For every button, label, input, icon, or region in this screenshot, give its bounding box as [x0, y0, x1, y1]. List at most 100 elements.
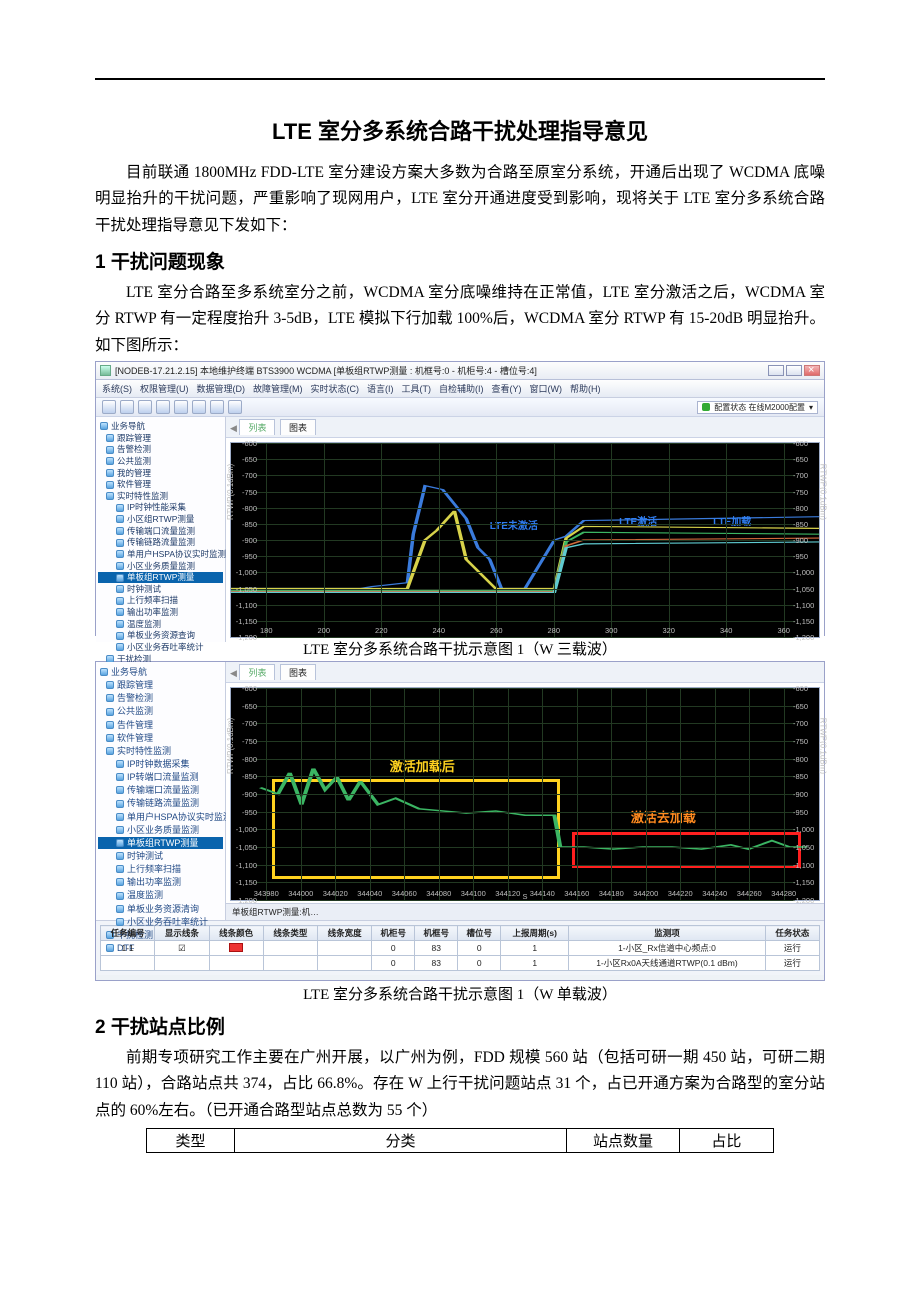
nav-tree[interactable]: 业务导航跟踪管理告警检测公共监测我的管理软件管理实时特性监测IP时钟性能采集小区…: [96, 417, 226, 642]
maximize-button[interactable]: [786, 365, 802, 376]
table-row[interactable]: 083011-小区Rx0A天线通道RTWP(0.1 dBm)运行: [101, 956, 820, 971]
tree-item[interactable]: 小区业务吞吐率统计: [98, 642, 223, 653]
app-icon: [100, 365, 111, 376]
tree-item[interactable]: 传输端口流量监测: [98, 526, 223, 537]
tree-item[interactable]: 告警检测: [98, 444, 223, 455]
tree-icon: [116, 773, 124, 781]
nav-tree[interactable]: 业务导航跟踪管理告警检测公共监测告件管理软件管理实时特性监测IP时钟数据采集IP…: [96, 662, 226, 920]
tree-item[interactable]: 公共监测: [98, 705, 223, 717]
menu-item[interactable]: 故障管理(M): [253, 384, 303, 394]
tree-item[interactable]: 输出功率监测: [98, 607, 223, 618]
menu-item[interactable]: 实时状态(C): [311, 384, 360, 394]
tool-icon[interactable]: [120, 400, 134, 414]
tab-list[interactable]: 列表: [239, 419, 275, 435]
tree-item[interactable]: DTF: [98, 942, 223, 954]
tree-item[interactable]: 小区业务吞吐率统计: [98, 916, 223, 928]
rtwp-plot-2: RTWP(0.1dBm) RTWP(0.1dBm) 激活加载后 激活去加载 S …: [230, 687, 820, 901]
tree-item[interactable]: 单板组RTWP测量: [98, 837, 223, 849]
menu-item[interactable]: 自检辅助(I): [439, 384, 484, 394]
tree-item[interactable]: 公共监测: [98, 456, 223, 467]
menu-item[interactable]: 系统(S): [102, 384, 132, 394]
tree-item[interactable]: 输出功率监测: [98, 876, 223, 888]
tool-icon[interactable]: [102, 400, 116, 414]
tree-item[interactable]: 实时特性监测: [98, 491, 223, 502]
tree-item[interactable]: 小区业务质量监测: [98, 561, 223, 572]
tool-icon[interactable]: [138, 400, 152, 414]
tree-icon: [106, 747, 114, 755]
tree-item[interactable]: 小区组RTWP测量: [98, 514, 223, 525]
tree-icon: [106, 944, 114, 952]
tree-item[interactable]: 业务导航: [98, 666, 223, 678]
tree-icon: [106, 721, 114, 729]
tree-item[interactable]: 传输链路流量监测: [98, 537, 223, 548]
tree-item[interactable]: 上行频率扫描: [98, 595, 223, 606]
tree-item[interactable]: IP转端口流量监测: [98, 771, 223, 783]
menu-item[interactable]: 数据管理(D): [197, 384, 246, 394]
menu-item[interactable]: 语言(I): [367, 384, 394, 394]
tree-item[interactable]: 传输链路流量监测: [98, 797, 223, 809]
header-rule: [95, 78, 825, 80]
tree-item[interactable]: 传输端口流量监测: [98, 784, 223, 796]
tree-item[interactable]: 跟踪管理: [98, 679, 223, 691]
rtwp-plot-1: RTWP(0.1dBm) RTWP(0.1dBm) LTE未激活 LTE激活 L…: [230, 442, 820, 638]
tool-icon[interactable]: [192, 400, 206, 414]
tab-chart[interactable]: 图表: [280, 664, 316, 680]
toolbar: 配置状态 在线M2000配置▾: [96, 398, 824, 417]
tab-chart[interactable]: 图表: [280, 419, 316, 435]
tool-icon[interactable]: [210, 400, 224, 414]
tree-item[interactable]: 单板组RTWP测量: [98, 572, 223, 583]
tree-item[interactable]: 我的管理: [98, 468, 223, 479]
minimize-button[interactable]: [768, 365, 784, 376]
tree-icon: [116, 620, 124, 628]
tree-item[interactable]: 单用户HSPA协议实时监测: [98, 811, 223, 823]
tree-icon: [116, 786, 124, 794]
tree-item[interactable]: IP时钟性能采集: [98, 502, 223, 513]
tree-item[interactable]: 单板业务资源清询: [98, 903, 223, 915]
th-type: 类型: [147, 1129, 235, 1153]
tree-icon: [116, 878, 124, 886]
tree-item[interactable]: 上行频率扫描: [98, 863, 223, 875]
menu-item[interactable]: 权限管理(U): [140, 384, 189, 394]
tree-icon: [116, 515, 124, 523]
tree-item[interactable]: 实时特性监测: [98, 745, 223, 757]
tab-list[interactable]: 列表: [239, 664, 275, 680]
tool-icon[interactable]: [156, 400, 170, 414]
tree-item[interactable]: 告警检测: [98, 692, 223, 704]
tree-item[interactable]: 跟踪管理: [98, 433, 223, 444]
menu-item[interactable]: 工具(T): [402, 384, 432, 394]
tool-icon[interactable]: [228, 400, 242, 414]
tree-icon: [116, 608, 124, 616]
tab-row: ◀ 列表 图表: [226, 662, 824, 683]
tree-item[interactable]: 温度监测: [98, 619, 223, 630]
sub-tab-bar: 单板组RTWP测量:机…: [226, 903, 824, 920]
window-title: [NODEB-17.21.2.15] 本地维护终端 BTS3900 WCDMA …: [115, 364, 537, 377]
tree-item[interactable]: 单用户HSPA协议实时监测: [98, 549, 223, 560]
tree-item[interactable]: 时钟测试: [98, 584, 223, 595]
tree-icon: [116, 813, 124, 821]
close-button[interactable]: [804, 365, 820, 376]
tree-item[interactable]: 时钟测试: [98, 850, 223, 862]
tree-icon: [106, 708, 114, 716]
tree-item[interactable]: 小区业务质量监测: [98, 824, 223, 836]
tree-item[interactable]: 软件管理: [98, 479, 223, 490]
tool-icon[interactable]: [174, 400, 188, 414]
tree-item[interactable]: IP时钟数据采集: [98, 758, 223, 770]
tree-icon: [116, 643, 124, 651]
menu-item[interactable]: 帮助(H): [570, 384, 601, 394]
tree-item[interactable]: 业务导航: [98, 421, 223, 432]
tab-row: ◀ 列表 图表: [226, 417, 824, 438]
window-titlebar: [NODEB-17.21.2.15] 本地维护终端 BTS3900 WCDMA …: [96, 362, 824, 380]
tree-item[interactable]: 告件管理: [98, 719, 223, 731]
tree-icon: [116, 760, 124, 768]
tree-icon: [106, 492, 114, 500]
tree-item[interactable]: 单板业务资源查询: [98, 630, 223, 641]
tree-item[interactable]: 软件管理: [98, 732, 223, 744]
annotation-unload: 激活去加载: [631, 807, 696, 826]
menu-bar: 系统(S) 权限管理(U) 数据管理(D) 故障管理(M) 实时状态(C) 语言(I) 工具…: [96, 380, 824, 398]
tree-icon: [106, 434, 114, 442]
menu-item[interactable]: 查看(Y): [492, 384, 522, 394]
dropdown-icon[interactable]: ▾: [809, 403, 813, 412]
menu-item[interactable]: 窗口(W): [530, 384, 563, 394]
tree-item[interactable]: 温度监测: [98, 889, 223, 901]
screenshot-2: 业务导航跟踪管理告警检测公共监测告件管理软件管理实时特性监测IP时钟数据采集IP…: [95, 661, 825, 981]
